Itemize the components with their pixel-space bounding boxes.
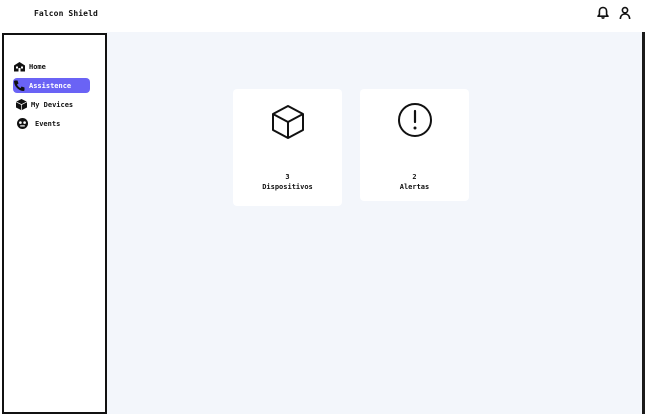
alerts-count: 2	[412, 173, 417, 181]
sidebar-item-my-devices[interactable]: My Devices	[15, 97, 92, 112]
alerts-label: Alertas	[399, 183, 430, 191]
sidebar-item-label: Events	[35, 119, 61, 128]
sidebar: Home Assistence My Devices Events	[2, 33, 107, 414]
event-icon	[16, 117, 29, 130]
sidebar-item-assistence[interactable]: Assistence	[13, 78, 90, 93]
devices-label: Dispositivos	[262, 183, 313, 191]
top-bar: Falcon Shield	[0, 0, 645, 32]
alert-icon	[397, 102, 433, 142]
bell-icon[interactable]	[596, 5, 610, 19]
box-icon	[15, 98, 28, 111]
devices-card[interactable]: 3 Dispositivos	[233, 89, 342, 206]
sidebar-item-events[interactable]: Events	[16, 116, 93, 131]
devices-count: 3	[285, 173, 290, 181]
alerts-card[interactable]: 2 Alertas	[360, 89, 469, 201]
sidebar-item-home[interactable]: Home	[13, 59, 90, 74]
phone-icon	[13, 79, 26, 92]
main-content: 3 Dispositivos 2 Alertas	[106, 32, 642, 414]
app-title: Falcon Shield	[34, 9, 98, 18]
home-icon	[13, 60, 26, 73]
sidebar-item-label: Assistence	[29, 81, 72, 90]
box-icon	[270, 103, 306, 145]
sidebar-item-label: My Devices	[31, 100, 74, 109]
user-icon[interactable]	[618, 5, 632, 20]
sidebar-item-label: Home	[29, 62, 46, 71]
